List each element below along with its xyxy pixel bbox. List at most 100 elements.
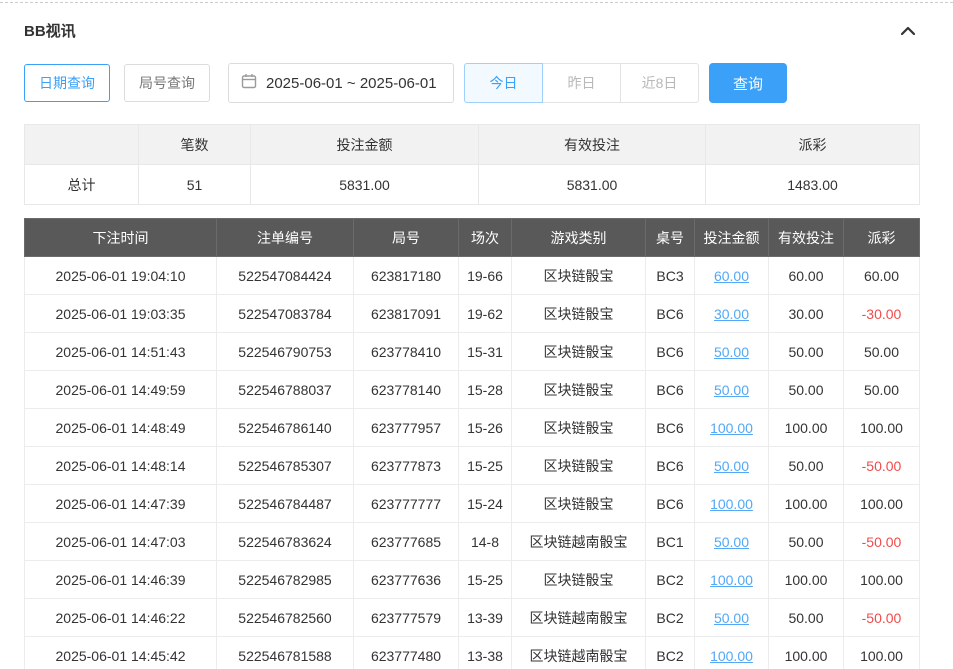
round-number-cell: 623777636 (354, 561, 459, 599)
game-type-cell: 区块链骰宝 (512, 371, 646, 409)
column-header-order-number: 注单编号 (217, 219, 354, 257)
column-header-table-number: 桌号 (646, 219, 695, 257)
bet-amount-cell: 100.00 (695, 637, 769, 669)
order-number-cell: 522546788037 (217, 371, 354, 409)
bet-amount-link[interactable]: 60.00 (714, 268, 749, 284)
quick-range-group: 今日 昨日 近8日 (464, 63, 699, 103)
bet-amount-cell: 50.00 (695, 523, 769, 561)
bet-amount-link[interactable]: 100.00 (710, 648, 753, 664)
summary-header-payout: 派彩 (706, 125, 920, 165)
bet-amount-cell: 100.00 (695, 409, 769, 447)
chevron-up-icon (899, 26, 917, 41)
payout-cell: 100.00 (844, 561, 920, 599)
bet-records-table: 下注时间 注单编号 局号 场次 游戏类别 桌号 投注金额 有效投注 派彩 202… (24, 218, 920, 669)
bet-amount-cell: 50.00 (695, 333, 769, 371)
valid-bet-cell: 30.00 (769, 295, 844, 333)
round-number-cell: 623817091 (354, 295, 459, 333)
session-cell: 13-38 (459, 637, 512, 669)
column-header-round-number: 局号 (354, 219, 459, 257)
valid-bet-cell: 50.00 (769, 447, 844, 485)
round-number-cell: 623817180 (354, 257, 459, 295)
game-type-cell: 区块链骰宝 (512, 257, 646, 295)
quick-button-yesterday[interactable]: 昨日 (542, 63, 621, 103)
valid-bet-cell: 100.00 (769, 561, 844, 599)
session-cell: 19-62 (459, 295, 512, 333)
column-header-session: 场次 (459, 219, 512, 257)
bet-amount-cell: 100.00 (695, 561, 769, 599)
summary-count-value: 51 (139, 165, 251, 205)
bet-amount-link[interactable]: 30.00 (714, 306, 749, 322)
table-number-cell: BC6 (646, 485, 695, 523)
payout-cell: -30.00 (844, 295, 920, 333)
table-header-row: 下注时间 注单编号 局号 场次 游戏类别 桌号 投注金额 有效投注 派彩 (25, 219, 920, 257)
bet-amount-cell: 50.00 (695, 447, 769, 485)
session-cell: 15-25 (459, 561, 512, 599)
valid-bet-cell: 50.00 (769, 371, 844, 409)
table-row: 2025-06-01 14:48:49 522546786140 6237779… (25, 409, 920, 447)
game-type-cell: 区块链骰宝 (512, 447, 646, 485)
date-query-button[interactable]: 日期查询 (24, 64, 110, 102)
order-number-cell: 522546786140 (217, 409, 354, 447)
payout-cell: 60.00 (844, 257, 920, 295)
round-number-cell: 623777873 (354, 447, 459, 485)
valid-bet-cell: 50.00 (769, 523, 844, 561)
bet-amount-link[interactable]: 100.00 (710, 496, 753, 512)
game-type-cell: 区块链骰宝 (512, 295, 646, 333)
bet-time-cell: 2025-06-01 14:47:03 (25, 523, 217, 561)
bet-amount-cell: 100.00 (695, 485, 769, 523)
bet-time-cell: 2025-06-01 14:45:42 (25, 637, 217, 669)
bet-time-cell: 2025-06-01 14:46:39 (25, 561, 217, 599)
quick-button-last8days[interactable]: 近8日 (620, 63, 699, 103)
panel-title: BB视讯 (24, 20, 76, 41)
round-number-cell: 623777685 (354, 523, 459, 561)
summary-table: 笔数 投注金额 有效投注 派彩 总计 51 5831.00 5831.00 14… (24, 124, 920, 205)
table-row: 2025-06-01 14:47:39 522546784487 6237777… (25, 485, 920, 523)
table-number-cell: BC6 (646, 409, 695, 447)
session-cell: 19-66 (459, 257, 512, 295)
bet-amount-cell: 50.00 (695, 371, 769, 409)
summary-header-count: 笔数 (139, 125, 251, 165)
session-cell: 15-24 (459, 485, 512, 523)
bet-time-cell: 2025-06-01 14:48:49 (25, 409, 217, 447)
order-number-cell: 522546785307 (217, 447, 354, 485)
round-number-cell: 623777777 (354, 485, 459, 523)
valid-bet-cell: 100.00 (769, 637, 844, 669)
quick-button-today[interactable]: 今日 (464, 63, 543, 103)
table-row: 2025-06-01 14:47:03 522546783624 6237776… (25, 523, 920, 561)
bet-amount-link[interactable]: 50.00 (714, 344, 749, 360)
summary-valid-bet-value: 5831.00 (479, 165, 706, 205)
collapse-button[interactable] (897, 22, 919, 40)
bet-time-cell: 2025-06-01 14:49:59 (25, 371, 217, 409)
date-range-input[interactable]: 2025-06-01 ~ 2025-06-01 (228, 63, 454, 103)
calendar-icon (241, 73, 257, 94)
bet-amount-link[interactable]: 100.00 (710, 572, 753, 588)
order-number-cell: 522546782560 (217, 599, 354, 637)
bet-amount-link[interactable]: 50.00 (714, 610, 749, 626)
column-header-bet-amount: 投注金额 (695, 219, 769, 257)
payout-cell: -50.00 (844, 599, 920, 637)
table-row: 2025-06-01 14:49:59 522546788037 6237781… (25, 371, 920, 409)
table-number-cell: BC6 (646, 447, 695, 485)
game-type-cell: 区块链骰宝 (512, 561, 646, 599)
order-number-cell: 522546783624 (217, 523, 354, 561)
game-type-cell: 区块链越南骰宝 (512, 637, 646, 669)
table-number-cell: BC2 (646, 561, 695, 599)
valid-bet-cell: 100.00 (769, 409, 844, 447)
bet-amount-link[interactable]: 50.00 (714, 382, 749, 398)
payout-cell: 50.00 (844, 333, 920, 371)
summary-total-row: 总计 51 5831.00 5831.00 1483.00 (25, 165, 920, 205)
valid-bet-cell: 50.00 (769, 599, 844, 637)
valid-bet-cell: 60.00 (769, 257, 844, 295)
bet-amount-link[interactable]: 50.00 (714, 534, 749, 550)
round-query-button[interactable]: 局号查询 (124, 64, 210, 102)
order-number-cell: 522546781588 (217, 637, 354, 669)
bet-amount-link[interactable]: 100.00 (710, 420, 753, 436)
bet-time-cell: 2025-06-01 14:51:43 (25, 333, 217, 371)
summary-header-bet-amount: 投注金额 (251, 125, 479, 165)
game-type-cell: 区块链骰宝 (512, 333, 646, 371)
game-type-cell: 区块链骰宝 (512, 409, 646, 447)
search-button[interactable]: 查询 (709, 63, 787, 103)
bet-amount-link[interactable]: 50.00 (714, 458, 749, 474)
summary-payout-value: 1483.00 (706, 165, 920, 205)
round-number-cell: 623778140 (354, 371, 459, 409)
